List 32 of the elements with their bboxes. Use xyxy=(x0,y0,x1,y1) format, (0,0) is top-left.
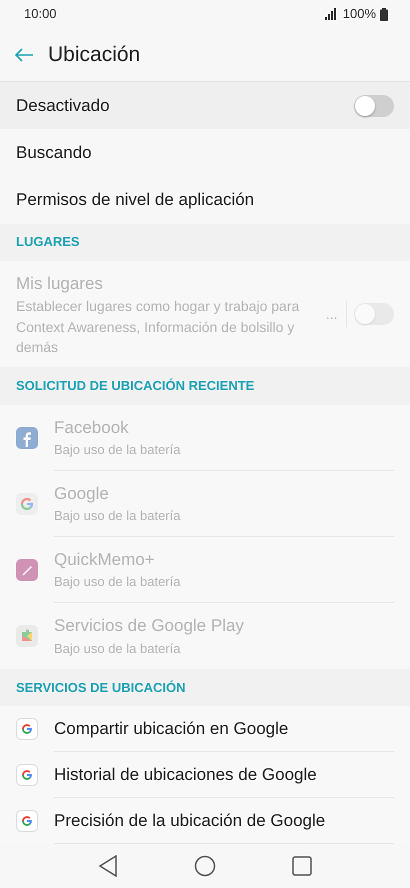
setting-description: Establecer lugares como hogar y trabajo para Context Awareness, Información de bolsillo y demás xyxy=(16,297,300,358)
google-icon xyxy=(16,764,38,786)
recents-icon[interactable] xyxy=(292,856,312,876)
google-icon xyxy=(16,492,38,515)
facebook-icon xyxy=(16,426,38,449)
app-detail: Bajo uso de la batería xyxy=(54,573,182,592)
status-time: 10:00 xyxy=(24,5,57,24)
section-heading: SOLICITUD DE UBICACIÓN RECIENTE xyxy=(0,367,410,405)
back-icon[interactable] xyxy=(98,855,118,877)
back-arrow-icon[interactable] xyxy=(14,46,34,62)
home-icon[interactable] xyxy=(194,855,216,877)
section-heading: SERVICIOS DE UBICACIÓN xyxy=(0,668,410,706)
setting-label[interactable]: Permisos de nivel de aplicación xyxy=(16,187,254,213)
app-detail: Bajo uso de la batería xyxy=(54,640,182,658)
puzzle-icon xyxy=(16,624,38,647)
service-label[interactable]: Compartir ubicación en Google xyxy=(54,716,288,742)
signal-icon xyxy=(324,8,339,20)
app-detail: Bajo uso de la batería xyxy=(54,507,182,526)
battery-percentage: 100% xyxy=(342,5,376,24)
section-heading: LUGARES xyxy=(0,224,410,261)
google-icon xyxy=(16,718,38,740)
google-icon xyxy=(16,810,38,832)
service-label[interactable]: Precisión de la ubicación de Google xyxy=(54,808,326,834)
app-detail: Bajo uso de la batería xyxy=(54,441,182,460)
toggle-switch[interactable] xyxy=(354,94,394,117)
page-title: Ubicación xyxy=(48,42,140,68)
setting-label[interactable]: Buscando xyxy=(16,140,92,166)
pencil-icon xyxy=(16,558,38,581)
setting-title: Mis lugares xyxy=(16,272,104,295)
battery-icon xyxy=(380,8,388,20)
service-label[interactable]: Historial de ubicaciones de Google xyxy=(54,762,317,788)
setting-label[interactable]: Desactivado xyxy=(16,92,110,118)
